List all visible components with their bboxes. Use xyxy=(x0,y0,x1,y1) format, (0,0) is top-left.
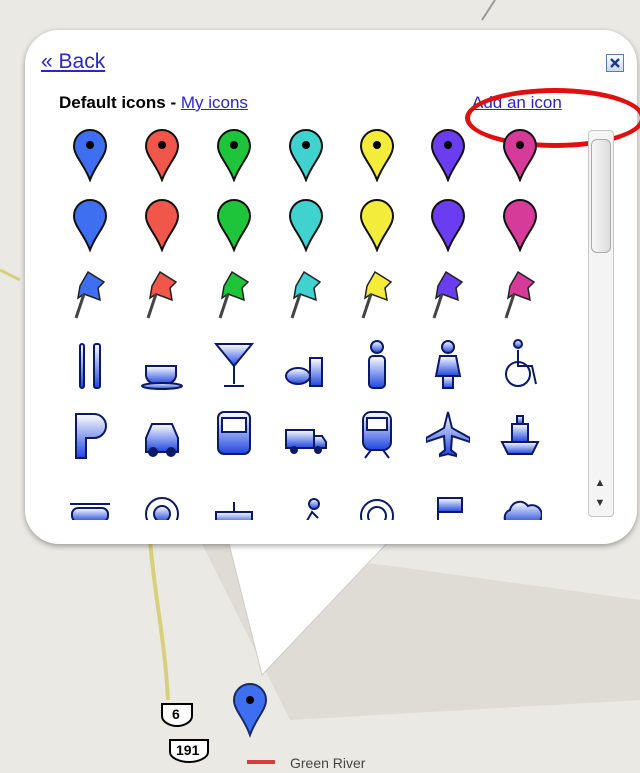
train-icon[interactable] xyxy=(352,405,402,465)
pink-pushpin-icon[interactable] xyxy=(495,265,545,325)
yellow-marker-icon[interactable] xyxy=(352,195,402,255)
truck-icon[interactable] xyxy=(281,405,331,465)
route-6-shield: 6 xyxy=(160,702,194,728)
place-label: Green River xyxy=(290,755,366,771)
purple-marker-icon[interactable] xyxy=(423,195,473,255)
close-icon xyxy=(610,58,620,68)
route-191-label: 191 xyxy=(176,742,200,758)
default-icons-label: Default icons - xyxy=(59,93,177,112)
blue-dot-marker-icon[interactable] xyxy=(65,125,115,185)
scroll-up-button[interactable]: ▲ xyxy=(591,474,609,492)
railway-icon xyxy=(247,760,275,764)
scrollbar[interactable]: ▲ ▼ xyxy=(588,130,614,517)
taxi-icon[interactable] xyxy=(137,405,187,465)
cloud-icon[interactable] xyxy=(495,475,545,520)
green-dot-marker-icon[interactable] xyxy=(209,125,259,185)
restaurant-icon[interactable] xyxy=(65,335,115,395)
target-icon[interactable] xyxy=(137,475,187,520)
close-button[interactable] xyxy=(606,54,624,72)
scrollbar-thumb[interactable] xyxy=(591,139,611,253)
yellow-dot-marker-icon[interactable] xyxy=(352,125,402,185)
route-6-label: 6 xyxy=(172,706,180,722)
red-marker-icon[interactable] xyxy=(137,195,187,255)
pink-marker-icon[interactable] xyxy=(495,195,545,255)
blue-pushpin-icon[interactable] xyxy=(65,265,115,325)
flag-icon[interactable] xyxy=(423,475,473,520)
ferry-icon[interactable] xyxy=(495,405,545,465)
placed-marker-icon[interactable] xyxy=(230,680,270,740)
wheelchair-icon[interactable] xyxy=(495,335,545,395)
teal-pushpin-icon[interactable] xyxy=(281,265,331,325)
airport-icon[interactable] xyxy=(423,405,473,465)
purple-pushpin-icon[interactable] xyxy=(423,265,473,325)
pink-dot-marker-icon[interactable] xyxy=(495,125,545,185)
green-marker-icon[interactable] xyxy=(209,195,259,255)
add-icon-link[interactable]: Add an icon xyxy=(472,93,562,113)
green-pushpin-icon[interactable] xyxy=(209,265,259,325)
route-191-shield: 191 xyxy=(168,738,210,764)
purple-dot-marker-icon[interactable] xyxy=(423,125,473,185)
my-icons-tab[interactable]: My icons xyxy=(181,93,248,112)
bar-icon[interactable] xyxy=(209,335,259,395)
blue-marker-icon[interactable] xyxy=(65,195,115,255)
icon-tabs: Default icons - My icons xyxy=(59,93,248,113)
hiker-icon[interactable] xyxy=(281,475,331,520)
red-pushpin-icon[interactable] xyxy=(137,265,187,325)
red-dot-marker-icon[interactable] xyxy=(137,125,187,185)
parking-icon[interactable] xyxy=(65,405,115,465)
womens-restroom-icon[interactable] xyxy=(423,335,473,395)
teal-dot-marker-icon[interactable] xyxy=(281,125,331,185)
mens-restroom-icon[interactable] xyxy=(352,335,402,395)
rail-icon[interactable] xyxy=(209,475,259,520)
yellow-pushpin-icon[interactable] xyxy=(352,265,402,325)
teal-marker-icon[interactable] xyxy=(281,195,331,255)
icon-grid xyxy=(65,125,580,520)
spiral-icon[interactable] xyxy=(352,475,402,520)
fast-food-icon[interactable] xyxy=(281,335,331,395)
helicopter-icon[interactable] xyxy=(65,475,115,520)
bus-icon[interactable] xyxy=(209,405,259,465)
scroll-down-button[interactable]: ▼ xyxy=(591,494,609,512)
icon-picker-popup: « Back Default icons - My icons Add an i… xyxy=(25,30,640,544)
cafe-icon[interactable] xyxy=(137,335,187,395)
back-link[interactable]: « Back xyxy=(41,50,105,74)
